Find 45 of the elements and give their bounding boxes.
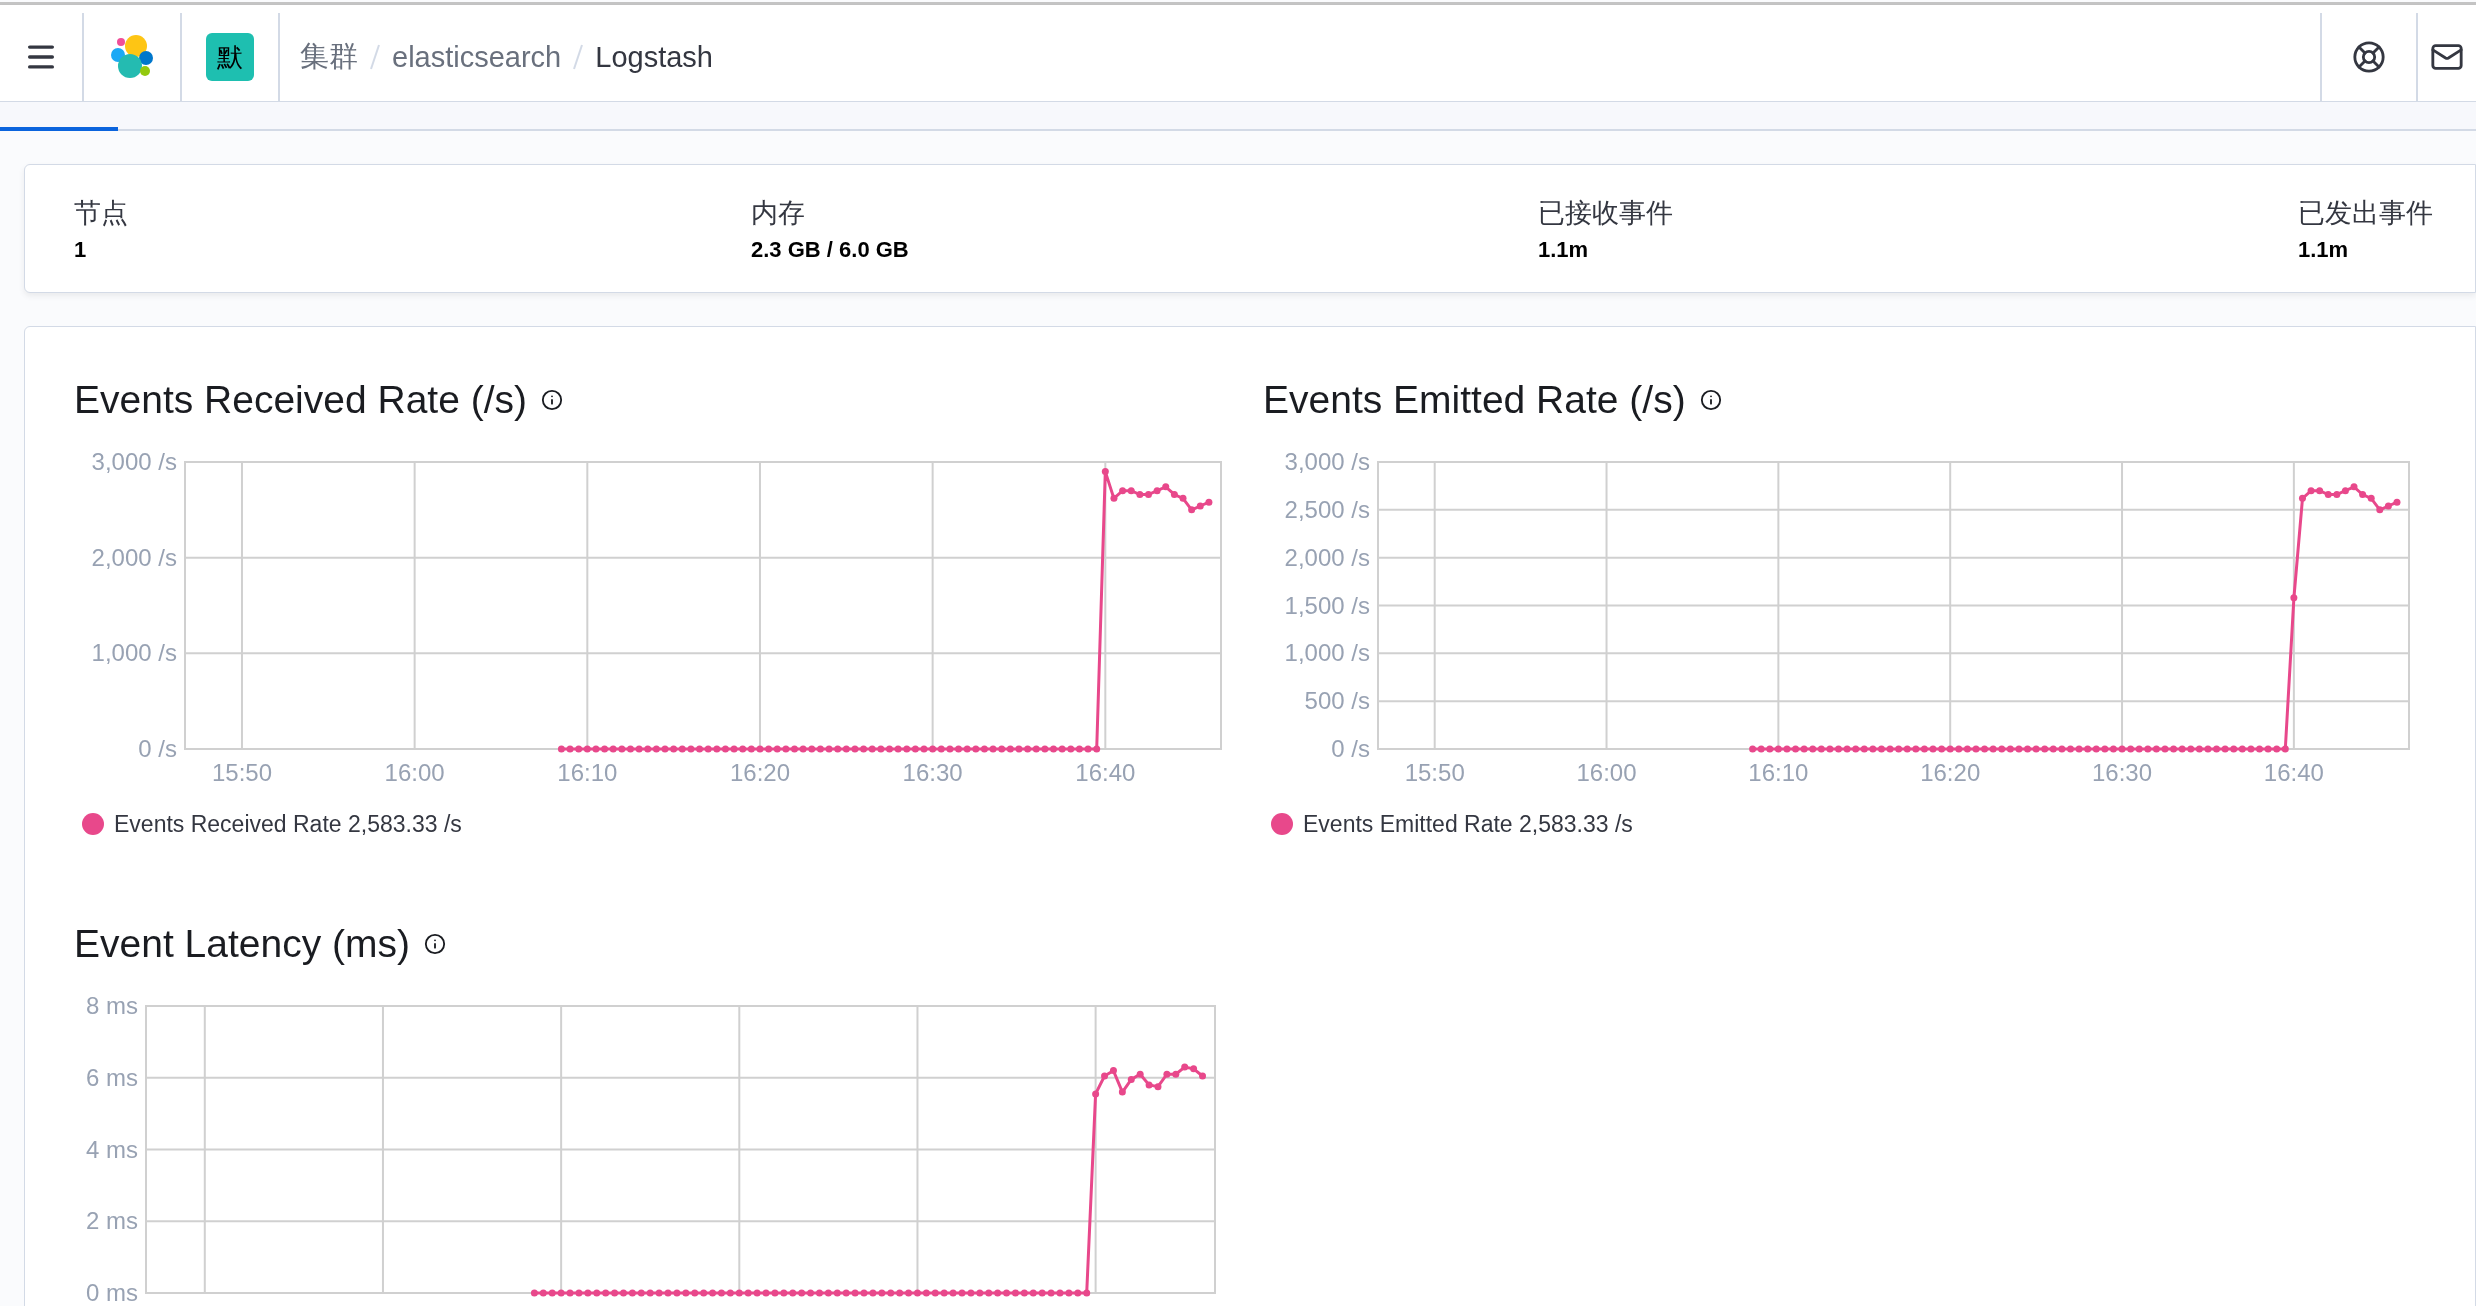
x-tick-label: 16:40 xyxy=(2263,759,2324,786)
y-tick-label: 0 /s xyxy=(138,735,177,762)
x-tick-label: 16:30 xyxy=(2092,759,2153,786)
y-tick-label: 3,000 /s xyxy=(1284,450,1370,475)
y-tick-label: 2,500 /s xyxy=(1284,495,1370,523)
y-tick-label: 0 ms xyxy=(86,1279,138,1306)
x-tick-label: 16:20 xyxy=(729,759,790,786)
y-tick-label: 0 /s xyxy=(1331,735,1370,762)
y-tick-label: 3,000 /s xyxy=(91,450,177,475)
x-tick-label: 16:20 xyxy=(1920,759,1981,786)
chart-title: Events Emitted Rate (/s) xyxy=(1263,378,1686,422)
y-tick-label: 1,000 /s xyxy=(91,639,177,667)
y-tick-label: 8 ms xyxy=(86,994,138,1019)
y-tick-label: 500 /s xyxy=(1304,687,1370,715)
y-tick-label: 6 ms xyxy=(86,1063,138,1091)
x-tick-label: 15:50 xyxy=(1404,759,1465,786)
y-tick-label: 1,500 /s xyxy=(1284,591,1370,619)
stat-label: 节点 xyxy=(74,196,129,230)
chart-title: Events Received Rate (/s) xyxy=(74,378,527,422)
y-tick-label: 2 ms xyxy=(86,1207,138,1235)
breadcrumb[interactable]: Logstash xyxy=(595,40,713,74)
stat-label: 已发出事件 xyxy=(2298,196,2434,230)
stat-label: 内存 xyxy=(751,196,806,230)
y-tick-label: 1,000 /s xyxy=(1284,639,1370,667)
stat-label: 已接收事件 xyxy=(1538,196,1674,230)
x-tick-label: 15:50 xyxy=(211,759,272,786)
legend-label: Events Received Rate 2,583.33 /s xyxy=(114,810,462,838)
stat-value: 1 xyxy=(74,236,88,263)
y-tick-label: 4 ms xyxy=(86,1135,138,1163)
x-tick-label: 16:00 xyxy=(1576,759,1637,786)
space-avatar[interactable]: 默 xyxy=(206,33,254,81)
breadcrumb[interactable]: 集群 xyxy=(300,37,358,77)
breadcrumb[interactable]: elasticsearch xyxy=(392,40,562,74)
x-tick-label: 16:40 xyxy=(1075,759,1136,786)
x-tick-label: 16:10 xyxy=(1748,759,1809,786)
y-tick-label: 2,000 /s xyxy=(1284,543,1370,571)
x-tick-label: 16:00 xyxy=(384,759,445,786)
stat-value: 1.1m xyxy=(2298,236,2350,263)
x-tick-label: 16:10 xyxy=(557,759,618,786)
y-tick-label: 2,000 /s xyxy=(91,543,177,571)
legend-label: Events Emitted Rate 2,583.33 /s xyxy=(1303,810,1633,838)
x-tick-label: 16:30 xyxy=(902,759,963,786)
stat-value: 2.3 GB / 6.0 GB xyxy=(751,236,910,263)
stat-value: 1.1m xyxy=(1538,236,1590,263)
chart-title: Event Latency (ms) xyxy=(74,922,410,966)
